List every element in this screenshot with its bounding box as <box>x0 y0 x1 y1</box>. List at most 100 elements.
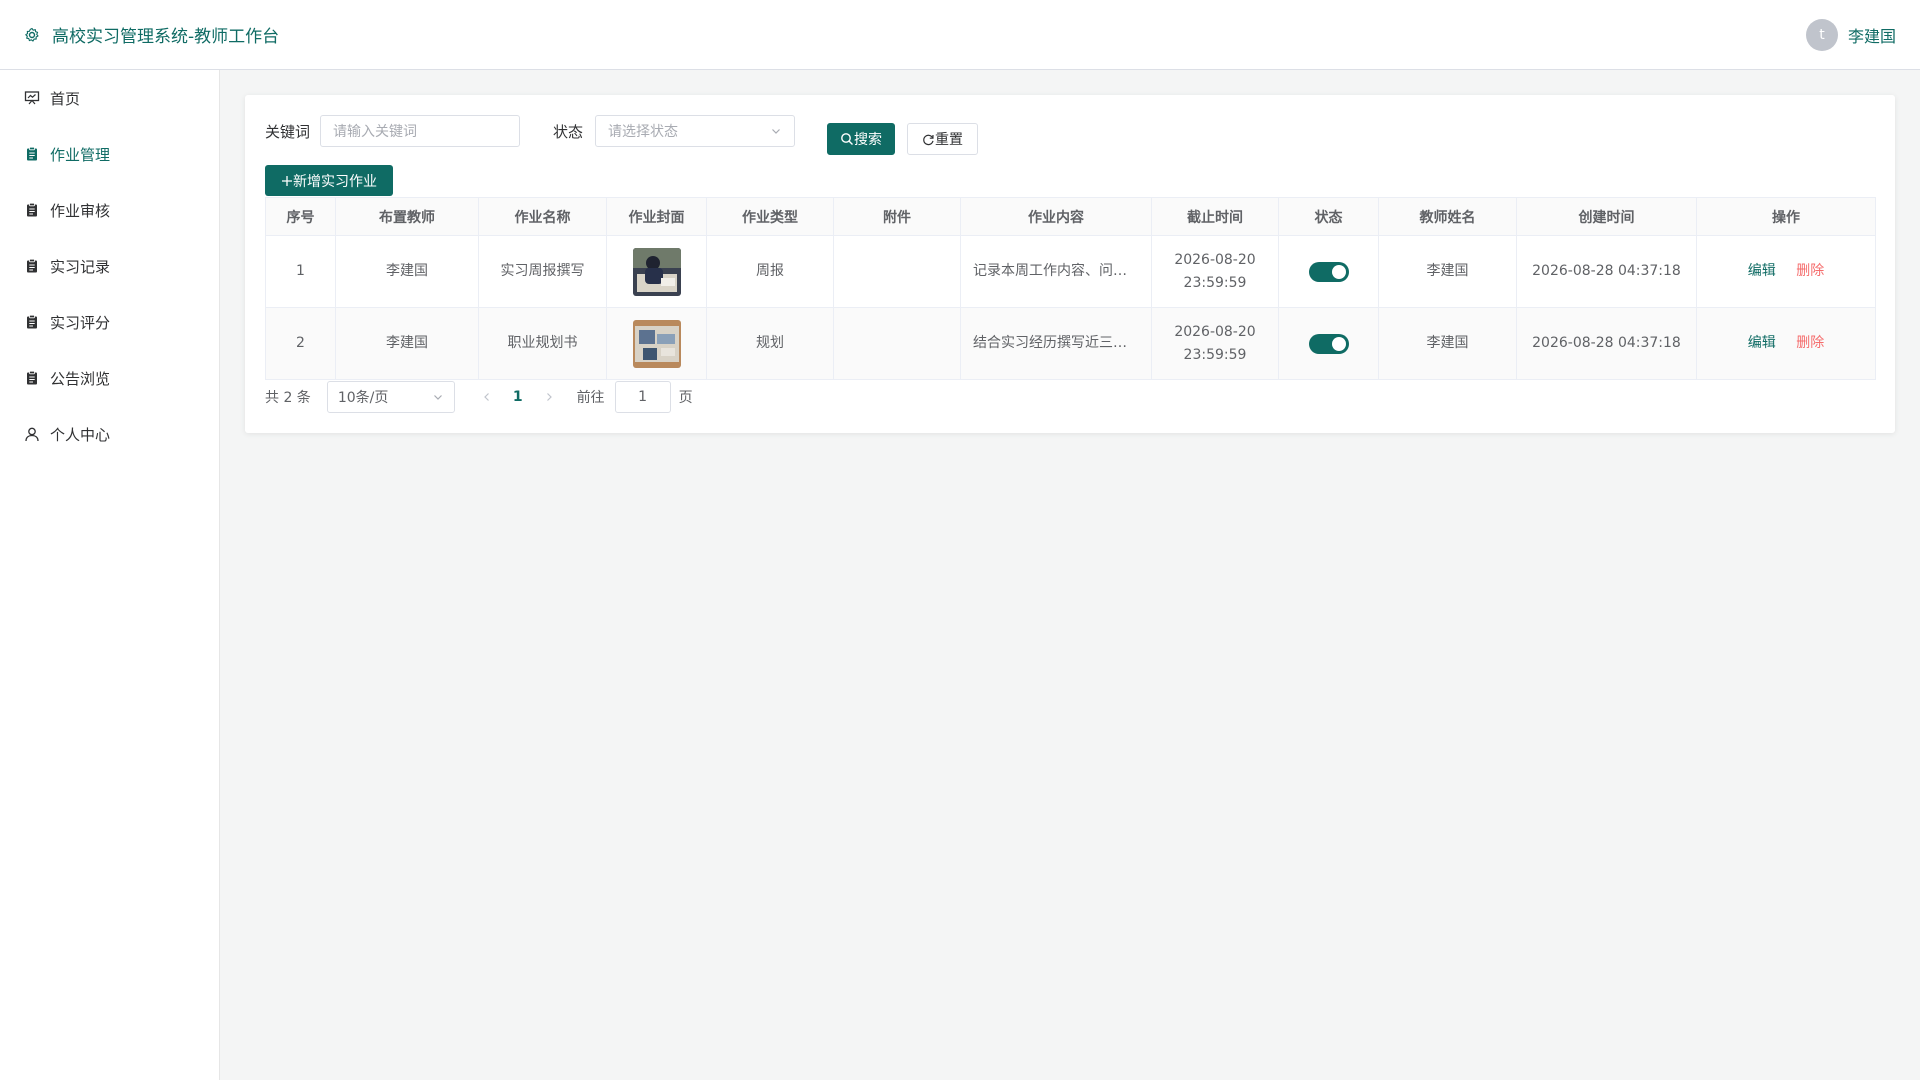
refresh-icon <box>923 134 934 145</box>
total-count: 共 2 条 <box>265 390 311 406</box>
status-toggle[interactable] <box>1308 261 1349 282</box>
col-header-attachment[interactable]: 附件 <box>833 197 961 236</box>
col-header-teacher[interactable]: 布置教师 <box>335 197 479 236</box>
sidebar-item-internship-grading[interactable]: 实习评分 <box>0 294 219 350</box>
delete-button[interactable]: 删除 <box>1796 263 1824 279</box>
sidebar-item-label: 实习评分 <box>50 313 111 332</box>
cell-content: 结合实习经历撰写近三… <box>960 307 1152 380</box>
delete-button[interactable]: 删除 <box>1796 335 1824 351</box>
table-row[interactable]: 1 李建国 实习周报撰写 周报 记录本周工作内容、问… 2026-08-20 2… <box>265 235 1876 308</box>
col-header-name[interactable]: 作业名称 <box>478 197 607 236</box>
col-header-status[interactable]: 状态 <box>1278 197 1379 236</box>
col-header-created[interactable]: 创建时间 <box>1516 197 1697 236</box>
keyword-placeholder: 请输入关键词 <box>333 124 418 140</box>
cell-status <box>1278 307 1379 380</box>
goto-page-input[interactable]: 1 <box>614 381 671 413</box>
cover-image[interactable] <box>632 319 681 368</box>
cell-teacher-name: 李建国 <box>1378 307 1517 380</box>
col-header-type[interactable]: 作业类型 <box>706 197 834 236</box>
sidebar-item-announcements[interactable]: 公告浏览 <box>0 350 219 406</box>
cell-cover <box>606 307 707 380</box>
sidebar-item-assignment-review[interactable]: 作业审核 <box>0 182 219 238</box>
keyword-label: 关键词 <box>265 122 311 141</box>
cover-image[interactable] <box>632 247 681 296</box>
table-header-row: 序号 布置教师 作业名称 作业封面 作业类型 附件 作业内容 截止时间 状态 教… <box>265 197 1876 236</box>
sidebar-item-label: 首页 <box>50 89 81 108</box>
add-assignment-button[interactable]: 新增实习作业 <box>265 165 393 196</box>
clipboard-icon <box>24 202 40 218</box>
cell-cover <box>606 235 707 308</box>
search-form: 关键词 请输入关键词 状态 请选择状态 搜索 重置 <box>265 115 979 155</box>
page-suffix: 页 <box>678 390 693 406</box>
cell-index: 1 <box>265 235 336 308</box>
clipboard-icon <box>24 146 40 162</box>
chevron-down-icon <box>772 129 780 134</box>
presentation-icon <box>24 90 40 106</box>
cell-status <box>1278 235 1379 308</box>
sidebar-item-label: 个人中心 <box>50 425 111 444</box>
add-assignment-label: 新增实习作业 <box>293 173 377 190</box>
cell-created: 2026-08-28 04:37:18 <box>1516 235 1697 308</box>
page-size-value: 10条/页 <box>337 390 389 406</box>
plus-icon <box>282 175 292 186</box>
cell-attachment <box>833 235 961 308</box>
cell-deadline: 2026-08-20 23:59:59 <box>1151 307 1279 380</box>
sidebar-item-profile[interactable]: 个人中心 <box>0 406 219 462</box>
col-header-actions[interactable]: 操作 <box>1696 197 1876 236</box>
col-header-deadline[interactable]: 截止时间 <box>1151 197 1279 236</box>
reset-button-label: 重置 <box>935 132 964 148</box>
top-header: 高校实习管理系统-教师工作台 t 李建国 <box>0 0 1920 70</box>
edit-button[interactable]: 编辑 <box>1748 263 1776 279</box>
col-header-content[interactable]: 作业内容 <box>960 197 1152 236</box>
chevron-down-icon <box>433 395 442 400</box>
deadline-date: 2026-08-20 <box>1174 251 1256 268</box>
deadline-time: 23:59:59 <box>1183 274 1247 291</box>
sidebar-item-label: 作业审核 <box>50 201 111 220</box>
cell-teacher: 李建国 <box>335 307 479 380</box>
username[interactable]: 李建国 <box>1848 23 1896 47</box>
cell-type: 周报 <box>706 235 834 308</box>
search-button[interactable]: 搜索 <box>827 123 896 155</box>
cell-name: 实习周报撰写 <box>478 235 607 308</box>
sidebar-item-internship-records[interactable]: 实习记录 <box>0 238 219 294</box>
page-size-select[interactable]: 10条/页 <box>326 381 455 413</box>
cell-actions: 编辑 删除 <box>1696 307 1876 380</box>
page-number-current[interactable]: 1 <box>513 389 523 405</box>
chevron-right-icon[interactable] <box>543 391 555 403</box>
assignment-table: 序号 布置教师 作业名称 作业封面 作业类型 附件 作业内容 截止时间 状态 教… <box>265 197 1876 380</box>
cell-deadline: 2026-08-20 23:59:59 <box>1151 235 1279 308</box>
table-row[interactable]: 2 李建国 职业规划书 规划 结合实习经历撰写近三… 2026-08-20 23… <box>265 307 1876 380</box>
sidebar-item-assignment-management[interactable]: 作业管理 <box>0 126 219 182</box>
deadline-date: 2026-08-20 <box>1174 323 1256 340</box>
search-button-label: 搜索 <box>854 132 883 148</box>
cell-created: 2026-08-28 04:37:18 <box>1516 307 1697 380</box>
sidebar-item-label: 作业管理 <box>50 145 111 164</box>
clipboard-icon <box>24 370 40 386</box>
user-menu[interactable]: t 李建国 <box>1805 18 1896 51</box>
sidebar-item-label: 实习记录 <box>50 257 111 276</box>
cell-attachment <box>833 307 961 380</box>
clipboard-icon <box>24 258 40 274</box>
col-header-cover[interactable]: 作业封面 <box>606 197 707 236</box>
clipboard-icon <box>24 314 40 330</box>
keyword-input[interactable]: 请输入关键词 <box>320 115 521 147</box>
chevron-left-icon[interactable] <box>481 391 493 403</box>
pagination: 共 2 条 10条/页 1 前往 1 页 <box>265 381 693 413</box>
cell-teacher: 李建国 <box>335 235 479 308</box>
gear-icon <box>25 27 39 42</box>
reset-button[interactable]: 重置 <box>907 123 979 155</box>
brand[interactable]: 高校实习管理系统-教师工作台 <box>24 22 279 47</box>
edit-button[interactable]: 编辑 <box>1748 335 1776 351</box>
cell-teacher-name: 李建国 <box>1378 235 1517 308</box>
status-toggle[interactable] <box>1308 333 1349 354</box>
cell-content: 记录本周工作内容、问… <box>960 235 1152 308</box>
sidebar-item-home[interactable]: 首页 <box>0 70 219 126</box>
cell-actions: 编辑 删除 <box>1696 235 1876 308</box>
user-icon <box>24 426 40 442</box>
col-header-index[interactable]: 序号 <box>265 197 336 236</box>
status-select[interactable]: 请选择状态 <box>595 115 796 147</box>
cell-name: 职业规划书 <box>478 307 607 380</box>
assignment-card: 关键词 请输入关键词 状态 请选择状态 搜索 重置 新增实习作业 序号 布置教师… <box>245 95 1895 433</box>
col-header-teacher-name[interactable]: 教师姓名 <box>1378 197 1517 236</box>
avatar[interactable]: t <box>1805 18 1838 51</box>
